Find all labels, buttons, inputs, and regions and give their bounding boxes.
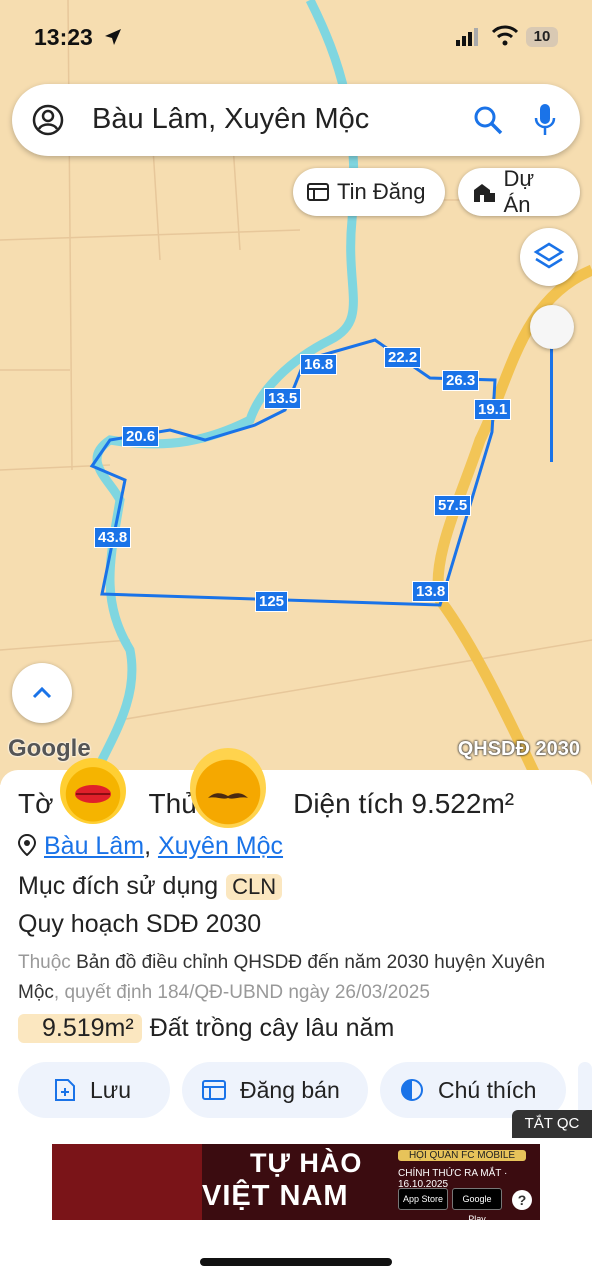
edge-label: 57.5 [434, 495, 472, 516]
desc-decision: , quyết định 184/QĐ-UBND ngày 26/03/2025 [53, 982, 430, 1003]
area-label: Diện tích 9.522m² [293, 788, 515, 819]
opacity-slider-track[interactable] [550, 348, 553, 462]
account-icon[interactable] [32, 104, 64, 136]
chevron-up-icon [32, 686, 52, 699]
edge-label: 43.8 [94, 527, 132, 548]
ad-image [52, 1144, 202, 1220]
clock: 13:23 [34, 24, 93, 50]
search-icon[interactable] [472, 104, 504, 136]
desc-prefix: Thuộc [18, 952, 71, 973]
land-type: Đất trồng cây lâu năm [149, 1014, 395, 1042]
save-icon [55, 1079, 75, 1101]
edge-label: 13.8 [412, 581, 450, 602]
edge-label: 22.2 [384, 347, 422, 368]
search-input[interactable]: Bàu Lâm, Xuyên Mộc [92, 103, 369, 136]
app-store-badge[interactable]: App Store [398, 1188, 448, 1210]
battery-indicator: 10 [526, 27, 558, 47]
overlay-label: QHSDĐ 2030 [457, 738, 580, 760]
signal-icon [456, 28, 478, 46]
ad-banner[interactable]: TỰ HÀO VIỆT NAM HỘI QUÂN FC MOBILE CHÍNH… [52, 1144, 540, 1220]
listing-icon [202, 1080, 226, 1100]
save-label: Lưu [90, 1076, 131, 1103]
search-bar[interactable]: Bàu Lâm, Xuyên Mộc [12, 84, 580, 156]
mustache-emoji-sticker [190, 748, 266, 828]
district-link[interactable]: Xuyên Mộc [158, 832, 283, 860]
layers-button[interactable] [520, 228, 578, 286]
ad-headline: TỰ HÀO [250, 1148, 363, 1178]
home-indicator [200, 1258, 392, 1266]
lips-emoji-sticker [60, 758, 126, 824]
status-bar: 13:23 10 [0, 0, 592, 72]
layers-icon [533, 242, 565, 269]
close-ad-button[interactable]: TẮT QC [512, 1110, 592, 1138]
listing-icon [307, 183, 329, 201]
building-icon [474, 184, 495, 202]
wifi-icon [492, 25, 518, 46]
post-label: Đăng bán [240, 1076, 340, 1103]
opacity-slider-knob[interactable] [530, 305, 574, 349]
edge-label: 16.8 [300, 354, 338, 375]
purpose-line: Mục đích sử dụng CLN [18, 872, 283, 901]
edge-label: 13.5 [264, 388, 302, 409]
save-button[interactable]: Lưu [18, 1062, 170, 1118]
ad-badge: HỘI QUÂN FC MOBILE [398, 1150, 526, 1161]
edge-label: 125 [255, 591, 289, 612]
pin-icon [17, 833, 37, 857]
plan-title: Quy hoạch SDĐ 2030 [18, 910, 262, 938]
location-line: Bàu Lâm, Xuyên Mộc [17, 832, 283, 861]
listings-label: Tin Đăng [337, 179, 426, 204]
land-use-line: 9.519m² Đất trồng cây lâu năm [18, 1014, 394, 1043]
expand-button[interactable] [12, 663, 72, 723]
edge-label: 19.1 [474, 399, 512, 420]
microphone-icon[interactable] [532, 102, 558, 138]
listings-chip[interactable]: Tin Đăng [293, 168, 445, 216]
ad-launch-date: CHÍNH THỨC RA MẮT · 16.10.2025 [398, 1168, 508, 1190]
contrast-icon [401, 1079, 423, 1101]
parcel-boundary[interactable] [89, 338, 497, 607]
post-for-sale-button[interactable]: Đăng bán [182, 1062, 368, 1118]
ad-info-icon[interactable]: ? [512, 1190, 532, 1210]
edge-label: 20.6 [122, 426, 160, 447]
google-play-badge[interactable]: Google Play [452, 1188, 502, 1220]
ad-headline-2: VIỆT NAM [202, 1180, 349, 1212]
sheet-number-label: Tờ [18, 788, 54, 819]
projects-label: Dự Án [503, 166, 535, 217]
legend-label: Chú thích [438, 1076, 537, 1103]
parcel-info-sheet: Tờ Thửa Diện tích 9.522m² Bàu Lâm, Xuyên… [0, 770, 592, 1280]
edge-label: 26.3 [442, 370, 480, 391]
location-arrow-icon [105, 29, 121, 45]
land-area-badge: 9.519m² [18, 1014, 142, 1043]
commune-link[interactable]: Bàu Lâm [44, 832, 144, 860]
projects-chip[interactable]: Dự Án [458, 166, 580, 217]
purpose-label: Mục đích sử dụng [18, 872, 219, 900]
purpose-code-badge: CLN [226, 874, 283, 900]
plan-description: Thuộc Bản đồ điều chỉnh QHSDĐ đến năm 20… [18, 948, 578, 1008]
